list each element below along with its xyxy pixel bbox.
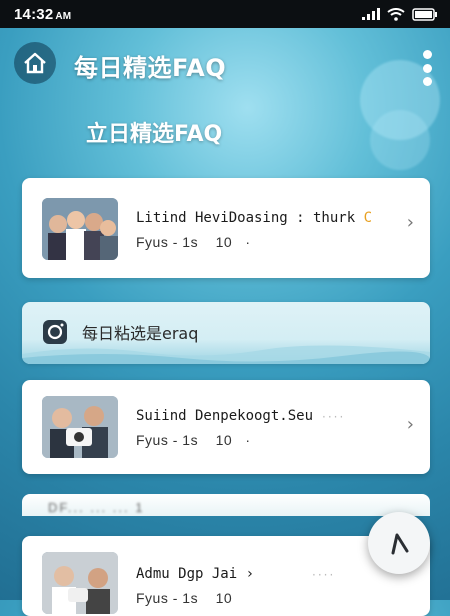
card-dots: ···· — [312, 568, 336, 582]
status-time: 14:32 AM — [14, 5, 72, 23]
card-meta: Fyus - 1s 10 · — [136, 234, 251, 250]
card-thumbnail — [42, 198, 118, 260]
floating-action-button[interactable] — [368, 512, 430, 574]
more-menu-button[interactable] — [420, 50, 434, 86]
faq-card[interactable]: Suiind Denpekoogt.Seu ···· Fyus - 1s 10 … — [22, 380, 430, 474]
card-meta: Fyus - 1s 10 · — [136, 432, 251, 448]
background-glow — [370, 110, 430, 170]
card-title: Suiind Denpekoogt.Seu — [136, 408, 314, 424]
chevron-right-icon: › — [406, 212, 414, 233]
card-title: Admu Dgp Jai › — [136, 566, 255, 582]
card-dots: ···· — [322, 410, 346, 424]
section-title: 立日精选FAQ — [86, 122, 223, 147]
card-meta: Fyus - 1s 10 — [136, 590, 233, 606]
wifi-icon — [387, 7, 405, 21]
more-vertical-icon — [422, 50, 432, 59]
home-icon — [24, 52, 46, 74]
faq-card[interactable]: Litind HeviDoasing : thurk C Fyus - 1s 1… — [22, 178, 430, 278]
app-header: 每日精选FAQ — [0, 28, 450, 106]
blurred-row-text: DF... ... ... 1 — [48, 500, 145, 515]
card-thumbnail — [42, 552, 118, 614]
card-thumbnail — [42, 396, 118, 458]
home-button[interactable] — [14, 42, 56, 84]
signal-icon — [362, 8, 380, 20]
status-bar: 14:32 AM — [0, 0, 450, 28]
battery-icon — [412, 7, 437, 21]
chevron-right-icon: › — [406, 414, 414, 435]
navigation-arrow-icon — [391, 533, 409, 555]
blurred-list-row: DF... ... ... 1 — [22, 494, 430, 516]
daily-faq-banner[interactable]: 每日粘选是eraq — [22, 302, 430, 364]
status-icons — [362, 7, 438, 21]
card-title: Litind HeviDoasing : thurk C — [136, 210, 373, 226]
page-title: 每日精选FAQ — [74, 54, 227, 82]
wave-decoration — [22, 345, 430, 364]
